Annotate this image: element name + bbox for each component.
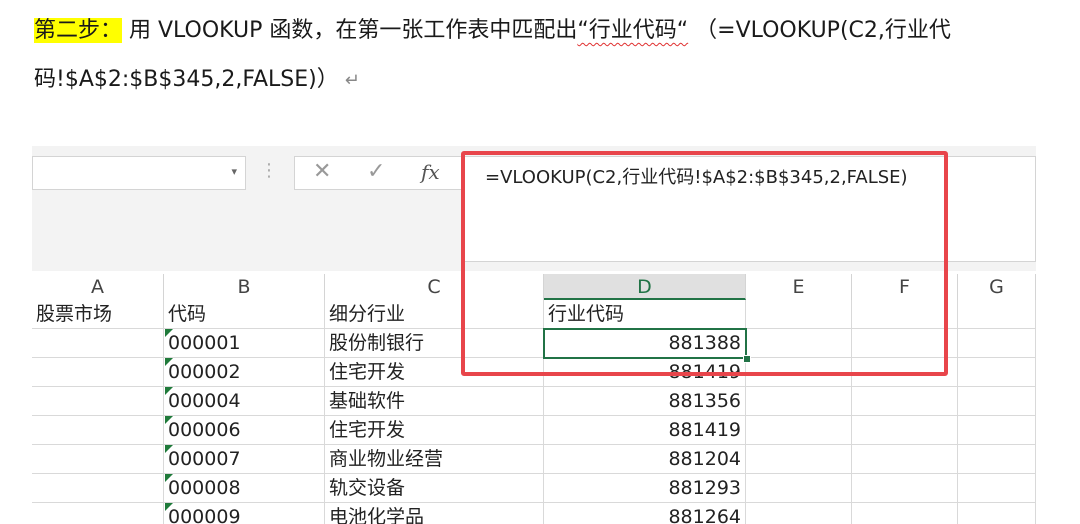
column-header-a[interactable]: A xyxy=(32,274,164,300)
cell-g6[interactable] xyxy=(958,445,1036,474)
cell-b2[interactable]: 000001 xyxy=(164,329,325,358)
cell-f6[interactable] xyxy=(852,445,958,474)
cell-a1[interactable]: 股票市场 xyxy=(32,300,164,329)
step-label: 第二步： xyxy=(34,18,123,43)
enter-check-icon[interactable]: ✓ xyxy=(367,159,385,184)
cell-b8[interactable]: 000009 xyxy=(164,503,325,524)
cell-b3[interactable]: 000002 xyxy=(164,358,325,387)
cell-g5[interactable] xyxy=(958,416,1036,445)
annotation-highlight-box xyxy=(461,151,948,376)
drag-handle-icon[interactable]: ⋮ xyxy=(260,160,278,181)
cell-a2[interactable] xyxy=(32,329,164,358)
cell-d8[interactable]: 881264 xyxy=(544,503,746,524)
cell-d7[interactable]: 881293 xyxy=(544,474,746,503)
cell-f8[interactable] xyxy=(852,503,958,524)
cell-c4[interactable]: 基础软件 xyxy=(325,387,544,416)
cell-b4[interactable]: 000004 xyxy=(164,387,325,416)
cell-e6[interactable] xyxy=(746,445,852,474)
table-row: 000004 基础软件 881356 xyxy=(32,387,1036,416)
dropdown-arrow-icon[interactable]: ▾ xyxy=(231,165,237,178)
cell-g1[interactable] xyxy=(958,300,1036,329)
cell-e7[interactable] xyxy=(746,474,852,503)
cell-d5[interactable]: 881419 xyxy=(544,416,746,445)
instruction-text-1: 用 VLOOKUP 函数，在第一张工作表中匹配出 xyxy=(122,18,578,43)
cell-a3[interactable] xyxy=(32,358,164,387)
cancel-icon[interactable]: ✕ xyxy=(313,159,331,184)
insert-function-icon[interactable]: fx xyxy=(421,160,440,184)
cell-e8[interactable] xyxy=(746,503,852,524)
cell-d6[interactable]: 881204 xyxy=(544,445,746,474)
table-row: 000006 住宅开发 881419 xyxy=(32,416,1036,445)
cell-e5[interactable] xyxy=(746,416,852,445)
cell-d4[interactable]: 881356 xyxy=(544,387,746,416)
cell-f4[interactable] xyxy=(852,387,958,416)
cell-c8[interactable]: 电池化学品 xyxy=(325,503,544,524)
cell-a5[interactable] xyxy=(32,416,164,445)
table-row: 000009 电池化学品 881264 xyxy=(32,503,1036,524)
cell-g2[interactable] xyxy=(958,329,1036,358)
cell-a7[interactable] xyxy=(32,474,164,503)
cell-a6[interactable] xyxy=(32,445,164,474)
cell-g8[interactable] xyxy=(958,503,1036,524)
cell-a8[interactable] xyxy=(32,503,164,524)
instruction-paragraph: 第二步： 用 VLOOKUP 函数，在第一张工作表中匹配出“行业代码“ （=VL… xyxy=(34,6,1054,105)
cell-f5[interactable] xyxy=(852,416,958,445)
cell-e4[interactable] xyxy=(746,387,852,416)
cell-c7[interactable]: 轨交设备 xyxy=(325,474,544,503)
name-box[interactable]: ▾ xyxy=(32,156,246,190)
cell-b1[interactable]: 代码 xyxy=(164,300,325,329)
paragraph-mark-icon: ↵ xyxy=(344,70,360,91)
cell-c6[interactable]: 商业物业经营 xyxy=(325,445,544,474)
column-header-g[interactable]: G xyxy=(958,274,1036,300)
column-header-b[interactable]: B xyxy=(164,274,325,300)
cell-f7[interactable] xyxy=(852,474,958,503)
cell-c5[interactable]: 住宅开发 xyxy=(325,416,544,445)
cell-g4[interactable] xyxy=(958,387,1036,416)
table-row: 000007 商业物业经营 881204 xyxy=(32,445,1036,474)
cell-b5[interactable]: 000006 xyxy=(164,416,325,445)
cell-g3[interactable] xyxy=(958,358,1036,387)
formula-buttons: ✕ ✓ fx xyxy=(294,156,462,190)
cell-a4[interactable] xyxy=(32,387,164,416)
cell-g7[interactable] xyxy=(958,474,1036,503)
cell-b7[interactable]: 000008 xyxy=(164,474,325,503)
table-row: 000008 轨交设备 881293 xyxy=(32,474,1036,503)
instruction-quoted: “行业代码“ xyxy=(577,18,689,43)
cell-b6[interactable]: 000007 xyxy=(164,445,325,474)
